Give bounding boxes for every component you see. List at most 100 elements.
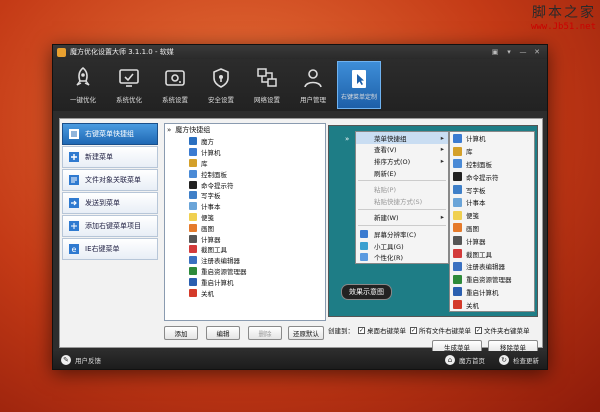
tree-item[interactable]: 便笺 <box>165 212 325 223</box>
context-menu-item[interactable]: 个性化(R) <box>356 251 448 263</box>
checkbox-folder-label: 文件夹右键菜单 <box>484 327 530 335</box>
tree-item-label: 计算器 <box>201 235 221 244</box>
tree-item[interactable]: 控制面板 <box>165 168 325 179</box>
submenu-item[interactable]: 关机 <box>450 298 534 311</box>
menu-button[interactable]: ▾ <box>503 47 515 57</box>
rocket-icon <box>70 65 96 91</box>
home-link[interactable]: ⌂ 魔方首页 <box>445 355 485 365</box>
menu-item-icon <box>360 253 368 262</box>
context-menu-item[interactable]: 新建(W) ▸ <box>356 212 448 224</box>
context-menu-preview: 菜单快捷组 ▸ 查看(V) ▸ 排序方式(O) ▸ 刷新(E) 粘贴(P) 粘贴快捷方式(S) 新… <box>355 131 449 264</box>
sidebar-item-label: 发送到菜单 <box>85 199 120 207</box>
add-button[interactable]: 添加 <box>164 326 198 340</box>
tree-item-label: 计事本 <box>201 203 221 212</box>
tree-item-label: 命令提示符 <box>201 181 234 190</box>
sidebar-item-new-menu[interactable]: 新建菜单 <box>62 146 158 168</box>
minimize-button[interactable]: — <box>517 47 529 57</box>
submenu-item[interactable]: 计算机 <box>450 132 534 145</box>
tree-item-icon <box>189 180 197 189</box>
tool-system-settings[interactable]: 系统设置 <box>153 61 197 109</box>
submenu-item[interactable]: 计算器 <box>450 234 534 247</box>
submenu-item[interactable]: 控制面板 <box>450 158 534 171</box>
tree-root[interactable]: » 魔方快捷组 <box>165 124 325 136</box>
context-menu-item[interactable]: 刷新(E) <box>356 167 448 179</box>
submenu-item[interactable]: 命令提示符 <box>450 170 534 183</box>
tree-item-label: 控制面板 <box>201 170 227 179</box>
context-menu-item[interactable]: 查看(V) ▸ <box>356 144 448 156</box>
sidebar-item-quick-group[interactable]: 右键菜单快捷组 <box>62 123 158 145</box>
edit-button[interactable]: 编辑 <box>206 326 240 340</box>
sidebar-item-label: 添加右键菜单项目 <box>85 222 141 230</box>
delete-button[interactable]: 删除 <box>248 326 282 340</box>
tool-context-menu-custom[interactable]: 右键菜单定制 <box>337 61 381 109</box>
submenu-item[interactable]: 写字板 <box>450 183 534 196</box>
tree-item[interactable]: 魔方 <box>165 136 325 147</box>
submenu-item[interactable]: 重启计算机 <box>450 286 534 299</box>
tree-item[interactable]: 注册表编辑器 <box>165 255 325 266</box>
tree-item[interactable]: 库 <box>165 158 325 169</box>
sidebar-item-file-assoc[interactable]: 文件对象关联菜单 <box>62 169 158 191</box>
submenu-item[interactable]: 截图工具 <box>450 247 534 260</box>
skin-button[interactable]: ▣ <box>489 47 501 57</box>
submenu-item[interactable]: 便笺 <box>450 209 534 222</box>
checkbox-desktop[interactable]: ✓ <box>358 326 365 334</box>
context-menu-item[interactable]: 小工具(G) <box>356 240 448 252</box>
tool-security-settings[interactable]: 安全设置 <box>199 61 243 109</box>
quick-group-tree: » 魔方快捷组 魔方 计算机库控制面板命令提示符写字板计事本 便笺 画图计算器 截图工具… <box>164 123 326 321</box>
sidebar-item-add-item[interactable]: 添加右键菜单项目 <box>62 215 158 237</box>
checkbox-folder[interactable]: ✓ <box>475 326 482 334</box>
submenu-item[interactable]: 库 <box>450 145 534 158</box>
feedback-label: 用户反馈 <box>75 357 101 365</box>
context-menu-item[interactable]: 菜单快捷组 ▸ <box>356 132 448 144</box>
tool-network-settings[interactable]: 网络设置 <box>245 61 289 109</box>
tree-item-icon <box>189 223 197 232</box>
sidebar-item-ie-menu[interactable]: e IE右键菜单 <box>62 238 158 260</box>
menu-separator <box>358 208 446 210</box>
list-icon <box>67 127 81 141</box>
tree-item[interactable]: 重启资源管理器 <box>165 266 325 277</box>
svg-text:e: e <box>72 245 77 254</box>
tree-item[interactable]: 关机 <box>165 287 325 298</box>
tool-user-management[interactable]: 用户管理 <box>291 61 335 109</box>
tree-item[interactable]: 计事本 <box>165 201 325 212</box>
tree-item[interactable]: 命令提示符 <box>165 179 325 190</box>
tree-item-icon <box>189 256 197 265</box>
tree-item[interactable]: 截图工具 <box>165 244 325 255</box>
context-menu-item[interactable]: 粘贴(P) <box>356 183 448 195</box>
menu-item-icon <box>360 241 368 250</box>
tree-item[interactable]: 计算器 <box>165 233 325 244</box>
submenu-item-label: 注册表编辑器 <box>466 263 505 272</box>
tool-one-click-optimize[interactable]: 一键优化 <box>61 61 105 109</box>
sidebar-item-send-to[interactable]: 发送到菜单 <box>62 192 158 214</box>
submenu-item[interactable]: 计事本 <box>450 196 534 209</box>
app-window: 魔方优化设置大师 3.1.1.0 - 软媒 ▣ ▾ — ✕ 一键优化 系统优化 … <box>52 44 548 370</box>
context-menu-item[interactable]: 排序方式(O) ▸ <box>356 155 448 167</box>
close-button[interactable]: ✕ <box>531 47 543 57</box>
feedback-link[interactable]: ✎ 用户反馈 <box>61 355 101 365</box>
context-menu-item[interactable]: 屏幕分辨率(C) <box>356 228 448 240</box>
tree-item[interactable]: 计算机 <box>165 147 325 158</box>
tree-item[interactable]: 重启计算机 <box>165 276 325 287</box>
submenu-item[interactable]: 重启资源管理器 <box>450 273 534 286</box>
tree-item-label: 写字板 <box>201 192 221 201</box>
sidebar-item-label: 新建菜单 <box>85 153 113 161</box>
submenu-item[interactable]: 画图 <box>450 222 534 235</box>
context-menu-item-label: 查看(V) <box>374 146 397 155</box>
restore-default-button[interactable]: 还原默认 <box>288 326 324 340</box>
main-content: 右键菜单快捷组 新建菜单 文件对象关联菜单 发送到菜单 添加右键菜单项目 e I… <box>59 118 543 354</box>
submenu-item[interactable]: 注册表编辑器 <box>450 260 534 273</box>
context-menu-item[interactable]: 粘贴快捷方式(S) <box>356 195 448 207</box>
preview-caption: 效果示意图 <box>341 284 392 300</box>
tree-item-icon <box>189 234 197 243</box>
check-update-link[interactable]: ↻ 检查更新 <box>499 355 539 365</box>
tree-item-icon <box>189 137 197 146</box>
tool-system-optimize[interactable]: 系统优化 <box>107 61 151 109</box>
context-menu-item-label: 粘贴快捷方式(S) <box>374 197 423 206</box>
checkbox-all-files[interactable]: ✓ <box>410 326 417 334</box>
tree-item[interactable]: 画图 <box>165 222 325 233</box>
home-label: 魔方首页 <box>459 357 485 365</box>
tree-toggle-icon: » <box>167 126 172 134</box>
context-menu-item-label: 排序方式(O) <box>374 157 411 166</box>
submenu-item-icon <box>453 146 462 156</box>
tree-item[interactable]: 写字板 <box>165 190 325 201</box>
